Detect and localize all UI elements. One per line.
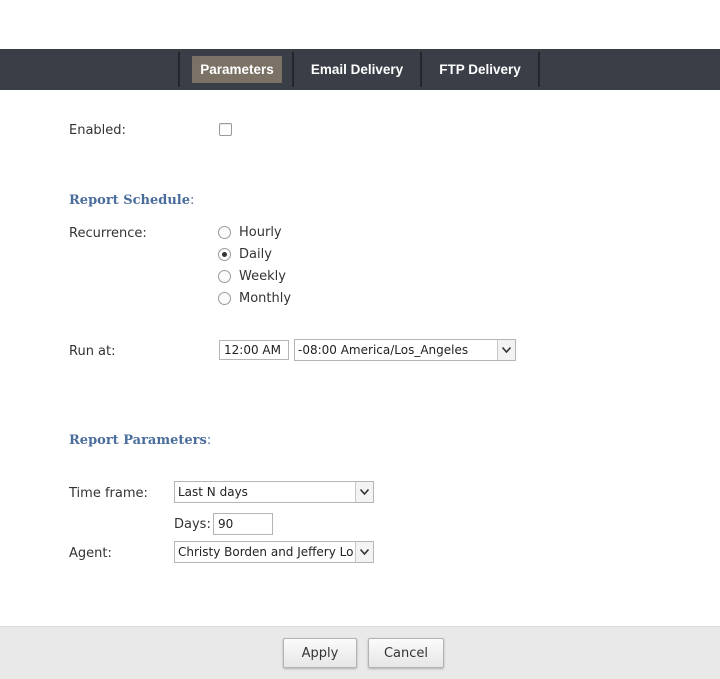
radio-hourly-label: Hourly <box>239 224 282 240</box>
report-parameters-title-text: Report Parameters <box>69 433 207 448</box>
radio-weekly-label: Weekly <box>239 268 286 284</box>
top-blank-area <box>0 0 720 49</box>
radio-monthly-label: Monthly <box>239 290 292 306</box>
run-at-label: Run at: <box>69 344 116 359</box>
run-at-time-input[interactable]: 12:00 AM <box>219 340 289 360</box>
apply-button[interactable]: Apply <box>283 638 357 668</box>
tab-separator <box>538 52 540 87</box>
time-frame-label: Time frame: <box>69 486 148 501</box>
timezone-select-value: -08:00 America/Los_Angeles <box>298 343 469 357</box>
recurrence-option-weekly[interactable]: Weekly <box>218 267 286 285</box>
enabled-checkbox[interactable] <box>219 123 232 136</box>
tab-email-delivery[interactable]: Email Delivery <box>294 49 420 90</box>
recurrence-option-monthly[interactable]: Monthly <box>218 289 291 307</box>
tab-parameters-label: Parameters <box>192 56 282 83</box>
chevron-down-icon[interactable] <box>355 482 373 502</box>
days-input[interactable]: 90 <box>213 513 273 535</box>
cancel-button[interactable]: Cancel <box>368 638 444 668</box>
report-schedule-title-text: Report Schedule <box>69 193 190 208</box>
enabled-label: Enabled: <box>69 123 126 138</box>
tab-ftp-delivery[interactable]: FTP Delivery <box>422 49 538 90</box>
agent-select[interactable]: Christy Borden and Jeffery Lozada <box>174 541 374 563</box>
recurrence-option-hourly[interactable]: Hourly <box>218 223 282 241</box>
tab-separator <box>178 52 180 87</box>
report-schedule-title: Report Schedule: <box>69 193 194 208</box>
report-parameters-colon: : <box>206 433 212 448</box>
tab-email-delivery-label: Email Delivery <box>310 62 404 77</box>
radio-weekly[interactable] <box>218 269 231 283</box>
tab-ftp-delivery-label: FTP Delivery <box>439 62 521 77</box>
radio-daily[interactable] <box>218 247 231 261</box>
time-frame-select-value: Last N days <box>178 485 248 499</box>
radio-daily-label: Daily <box>239 246 272 262</box>
agent-select-value: Christy Borden and Jeffery Lozada <box>178 545 354 559</box>
report-schedule-colon: : <box>190 193 195 208</box>
recurrence-label: Recurrence: <box>69 226 147 241</box>
dialog-footer: Apply Cancel <box>0 626 720 679</box>
days-label: Days: <box>174 517 211 532</box>
radio-hourly[interactable] <box>218 225 231 239</box>
radio-monthly[interactable] <box>218 291 231 305</box>
time-frame-select[interactable]: Last N days <box>174 481 374 503</box>
chevron-down-icon[interactable] <box>355 542 373 562</box>
report-parameters-title: Report Parameters: <box>69 433 211 448</box>
chevron-down-icon[interactable] <box>497 340 515 360</box>
tab-bar: Parameters Email Delivery FTP Delivery <box>0 49 720 90</box>
recurrence-option-daily[interactable]: Daily <box>218 245 272 263</box>
timezone-select[interactable]: -08:00 America/Los_Angeles <box>294 339 516 361</box>
agent-label: Agent: <box>69 546 112 561</box>
tab-parameters[interactable]: Parameters <box>182 49 292 90</box>
